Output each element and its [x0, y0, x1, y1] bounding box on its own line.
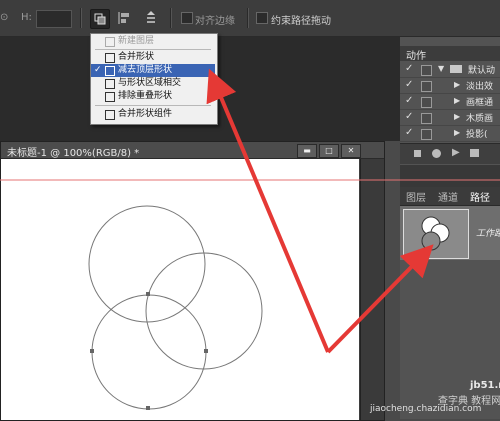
path-arrangement-button[interactable] [142, 9, 160, 27]
menu-item-new-layer[interactable]: 新建图层 [91, 35, 215, 48]
menu-item-label: 减去顶层形状 [118, 65, 173, 75]
dialog-toggle-icon[interactable] [421, 81, 432, 92]
check-icon: ✓ [94, 65, 102, 75]
play-icon[interactable]: ▶ [452, 147, 460, 158]
menu-item-exclude-overlapping-shapes[interactable]: 排除重叠形状 [91, 90, 215, 103]
path-circle-bottom[interactable] [91, 294, 207, 410]
action-row[interactable]: ✓ ▼ 默认动 [400, 62, 500, 78]
watermark-site: jb51.net [470, 380, 500, 391]
document-tab[interactable]: 未标题-1 @ 100%(RGB/8) * ▬ □ ✕ [1, 142, 384, 159]
dialog-toggle-icon[interactable] [421, 113, 432, 124]
layers-panel-tabs: 图层 通道 路径 [400, 187, 500, 206]
tab-layers[interactable]: 图层 [406, 189, 426, 204]
actions-panel-header[interactable]: 动作 [400, 46, 500, 62]
check-icon[interactable]: ✓ [405, 63, 413, 74]
menu-item-label: 新建图层 [118, 36, 155, 46]
action-label: 淡出效 [466, 82, 494, 92]
action-label: 木质画 [466, 114, 494, 124]
watermark-url: jiaocheng.chazidian.com [370, 404, 482, 414]
tab-channels[interactable]: 通道 [438, 189, 458, 204]
menu-item-intersect-shape-areas[interactable]: 与形状区域相交 [91, 77, 215, 90]
expand-arrow-icon[interactable]: ▶ [454, 112, 460, 121]
exclude-overlapping-shapes-icon [105, 92, 115, 102]
expand-arrow-icon[interactable]: ▼ [438, 64, 444, 73]
action-row[interactable]: ✓ ▶ 投影( [400, 126, 500, 142]
anchor-point[interactable] [146, 406, 150, 410]
check-icon[interactable]: ✓ [405, 79, 413, 90]
intersect-shape-areas-icon [105, 79, 115, 89]
tab-paths[interactable]: 路径 [470, 189, 490, 204]
document-window: 未标题-1 @ 100%(RGB/8) * ▬ □ ✕ [0, 141, 385, 421]
stop-icon[interactable] [414, 150, 421, 157]
menu-separator [95, 105, 211, 106]
new-layer-icon [105, 37, 115, 47]
actions-panel-title: 动作 [406, 51, 426, 62]
action-label: 投影( [466, 130, 488, 140]
path-arrangement-icon [147, 11, 155, 23]
path-name: 工作路 [476, 229, 500, 239]
link-icon: ⊙ [0, 12, 9, 23]
action-row[interactable]: ✓ ▶ 淡出效 [400, 78, 500, 94]
record-icon[interactable] [432, 149, 441, 158]
menu-separator [95, 49, 211, 50]
path-alignment-button[interactable] [116, 9, 134, 27]
dialog-toggle-icon[interactable] [421, 97, 432, 108]
new-set-icon[interactable] [470, 149, 479, 157]
align-edges-checkbox[interactable] [181, 12, 193, 24]
divider [80, 8, 82, 28]
actions-list: ✓ ▼ 默认动 ✓ ▶ 淡出效 ✓ ▶ 画框通 ✓ ▶ 木质画 ✓ ▶ 投影( [400, 62, 500, 142]
close-button[interactable]: ✕ [341, 144, 361, 158]
divider [247, 8, 249, 28]
merge-shape-components-icon [105, 110, 115, 120]
menu-item-label: 合并形状组件 [118, 109, 173, 119]
panel-divider [400, 165, 500, 187]
subtract-front-shape-icon [105, 66, 115, 76]
folder-icon [450, 65, 462, 73]
path-operations-button[interactable] [90, 9, 110, 29]
height-input[interactable] [36, 10, 72, 28]
divider [170, 8, 172, 28]
check-icon[interactable]: ✓ [405, 111, 413, 122]
action-row[interactable]: ✓ ▶ 木质画 [400, 110, 500, 126]
dialog-toggle-icon[interactable] [421, 129, 432, 140]
anchor-point[interactable] [146, 292, 150, 296]
menu-item-label: 合并形状 [118, 52, 155, 62]
check-icon[interactable]: ✓ [405, 95, 413, 106]
action-row[interactable]: ✓ ▶ 画框通 [400, 94, 500, 110]
combine-shapes-icon [105, 53, 115, 63]
menu-item-subtract-front-shape[interactable]: ✓ 减去顶层形状 [91, 64, 215, 77]
path-circle-top[interactable] [88, 205, 206, 323]
expand-arrow-icon[interactable]: ▶ [454, 80, 460, 89]
menu-item-combine-shapes[interactable]: 合并形状 [91, 51, 215, 64]
path-operations-icon [94, 13, 106, 25]
action-label: 默认动 [468, 66, 496, 76]
check-icon[interactable]: ✓ [405, 127, 413, 138]
document-title: 未标题-1 @ 100%(RGB/8) * [7, 148, 140, 159]
constrain-path-checkbox[interactable] [256, 12, 268, 24]
menu-item-label: 与形状区域相交 [118, 78, 182, 88]
action-label: 画框通 [466, 98, 494, 108]
canvas[interactable] [1, 159, 359, 420]
maximize-button[interactable]: □ [319, 144, 339, 158]
expand-arrow-icon[interactable]: ▶ [454, 128, 460, 137]
minimize-button[interactable]: ▬ [297, 144, 317, 158]
path-alignment-icon [118, 12, 129, 24]
path-operations-menu: 新建图层 合并形状 ✓ 减去顶层形状 与形状区域相交 排除重叠形状 合并形状组件 [90, 33, 218, 125]
menu-item-label: 排除重叠形状 [118, 91, 173, 101]
menu-item-merge-shape-components[interactable]: 合并形状组件 [91, 108, 215, 121]
anchor-point[interactable] [204, 349, 208, 353]
actions-panel-footer: ▶ [400, 143, 500, 164]
height-label: H: [21, 12, 32, 23]
options-bar: ⊙ H: 对齐边缘 约束路径拖动 [0, 0, 500, 37]
align-edges-label: 对齐边缘 [195, 16, 235, 27]
expand-arrow-icon[interactable]: ▶ [454, 96, 460, 105]
constrain-path-label: 约束路径拖动 [271, 16, 331, 27]
dialog-toggle-icon[interactable] [421, 65, 432, 76]
anchor-point[interactable] [90, 349, 94, 353]
vertical-scrollbar[interactable] [360, 159, 384, 420]
path-thumbnail [403, 209, 469, 259]
